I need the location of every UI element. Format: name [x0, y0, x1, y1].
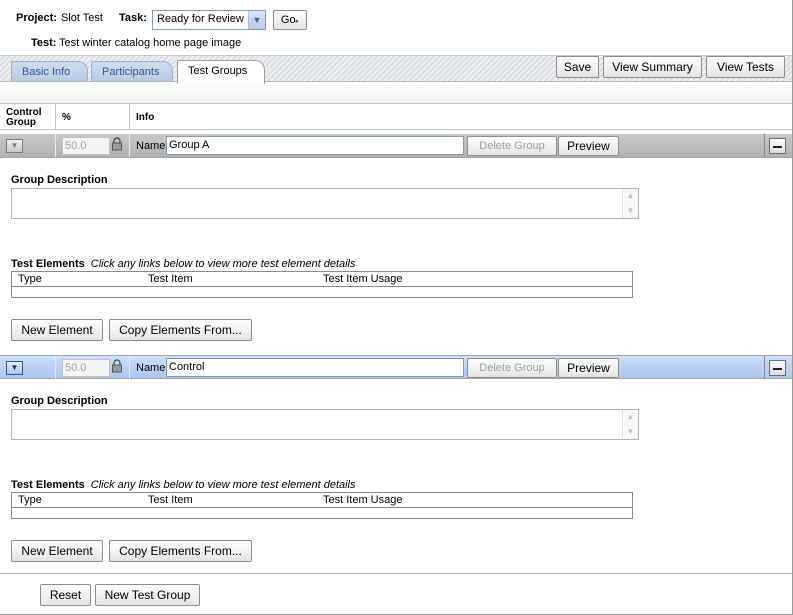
preview-button[interactable]: Preview [558, 358, 619, 378]
group-name-input[interactable]: Group A [166, 136, 464, 155]
group-row: ▼ 50.0 Name: Control Delete Group Previe… [0, 355, 792, 379]
column-test-item-usage: Test Item Usage [323, 494, 403, 506]
project-value: Slot Test [61, 12, 103, 24]
scroll-up-icon[interactable]: ▲ [623, 410, 638, 424]
column-test-item: Test Item [148, 273, 193, 285]
footer-divider [0, 573, 792, 574]
delete-group-button[interactable]: Delete Group [467, 136, 557, 156]
collapse-icon[interactable] [769, 138, 786, 154]
test-elements-table: Type Test Item Test Item Usage [11, 271, 633, 298]
tab-participants-label: Participants [102, 66, 160, 78]
tab-content-strip [0, 82, 792, 103]
group-description-textarea[interactable]: ▲ ▼ [11, 188, 639, 219]
test-elements-heading: Test Elements Click any links below to vi… [11, 258, 356, 270]
delete-group-button[interactable]: Delete Group [467, 358, 557, 378]
chevron-down-icon[interactable]: ▼ [248, 11, 265, 29]
row-divider [129, 134, 130, 157]
percent-input[interactable]: 50.0 [62, 137, 110, 155]
chevron-down-icon: ▼ [10, 363, 19, 372]
table-header-row: Type Test Item Test Item Usage [12, 272, 632, 287]
group-description-textarea[interactable]: ▲ ▼ [11, 409, 639, 440]
view-tests-button[interactable]: View Tests [706, 56, 785, 78]
row-divider [764, 134, 765, 157]
copy-elements-button[interactable]: Copy Elements From... [109, 540, 252, 562]
test-elements-table: Type Test Item Test Item Usage [11, 492, 633, 519]
task-select[interactable]: Ready for Review ▼ [152, 10, 266, 30]
group-name-input[interactable]: Control [166, 358, 464, 377]
test-elements-hint: Click any links below to view more test … [90, 479, 356, 491]
group-row: ▼ 50.0 Name: Group A Delete Group Previe… [0, 134, 792, 158]
view-summary-button[interactable]: View Summary [603, 56, 702, 78]
column-control-group: Control Group [6, 107, 42, 128]
percent-input[interactable]: 50.0 [62, 359, 110, 377]
new-element-button[interactable]: New Element [11, 319, 103, 341]
test-elements-heading: Test Elements Click any links below to vi… [11, 479, 356, 491]
test-value: Test winter catalog home page image [59, 37, 242, 49]
test-elements-label: Test Elements [11, 479, 85, 491]
name-label: Name: [136, 140, 169, 152]
test-elements-hint: Click any links below to view more test … [90, 258, 356, 270]
row-divider [55, 356, 56, 379]
column-test-item-usage: Test Item Usage [323, 273, 403, 285]
go-button[interactable]: Go▸ [273, 10, 307, 30]
group-description-label: Group Description [11, 395, 108, 407]
test-label: Test: [31, 37, 57, 49]
column-type: Type [18, 273, 42, 285]
new-test-group-button[interactable]: New Test Group [95, 584, 200, 606]
tab-test-groups-label: Test Groups [188, 65, 248, 77]
lock-icon[interactable] [111, 359, 123, 373]
tab-basic-info[interactable]: Basic Info [11, 61, 88, 81]
test-elements-label: Test Elements [11, 258, 85, 270]
row-divider [129, 356, 130, 379]
row-divider [55, 134, 56, 157]
scroll-down-icon[interactable]: ▼ [623, 204, 638, 218]
tab-test-groups[interactable]: Test Groups [177, 60, 265, 84]
chevron-down-icon: ▼ [10, 141, 19, 150]
new-element-button[interactable]: New Element [11, 540, 103, 562]
lock-icon[interactable] [111, 137, 123, 151]
copy-elements-button[interactable]: Copy Elements From... [109, 319, 252, 341]
name-label: Name: [136, 362, 169, 374]
column-info: Info [136, 112, 155, 123]
task-select-value: Ready for Review [157, 13, 244, 25]
control-group-dropdown[interactable]: ▼ [6, 361, 23, 375]
go-button-label: Go [280, 14, 296, 26]
project-label: Project: [16, 12, 57, 24]
preview-button[interactable]: Preview [558, 136, 619, 156]
column-header-row: Control Group % Info [0, 103, 792, 130]
reset-button[interactable]: Reset [40, 584, 91, 606]
scroll-down-icon[interactable]: ▼ [623, 425, 638, 439]
column-type: Type [18, 494, 42, 506]
table-header-row: Type Test Item Test Item Usage [12, 493, 632, 508]
scroll-up-icon[interactable]: ▲ [623, 189, 638, 203]
task-label: Task: [119, 12, 147, 24]
scrollbar[interactable]: ▲ ▼ [622, 189, 638, 218]
control-group-dropdown[interactable]: ▼ [6, 139, 23, 153]
tab-participants[interactable]: Participants [91, 61, 173, 81]
scrollbar[interactable]: ▲ ▼ [622, 410, 638, 439]
group-description-label: Group Description [11, 174, 108, 186]
arrow-right-icon: ▸ [295, 18, 300, 25]
save-button[interactable]: Save [556, 56, 599, 78]
tab-basic-info-label: Basic Info [22, 66, 71, 78]
column-percent: % [62, 112, 71, 123]
row-divider [764, 356, 765, 379]
column-test-item: Test Item [148, 494, 193, 506]
collapse-icon[interactable] [769, 360, 786, 376]
